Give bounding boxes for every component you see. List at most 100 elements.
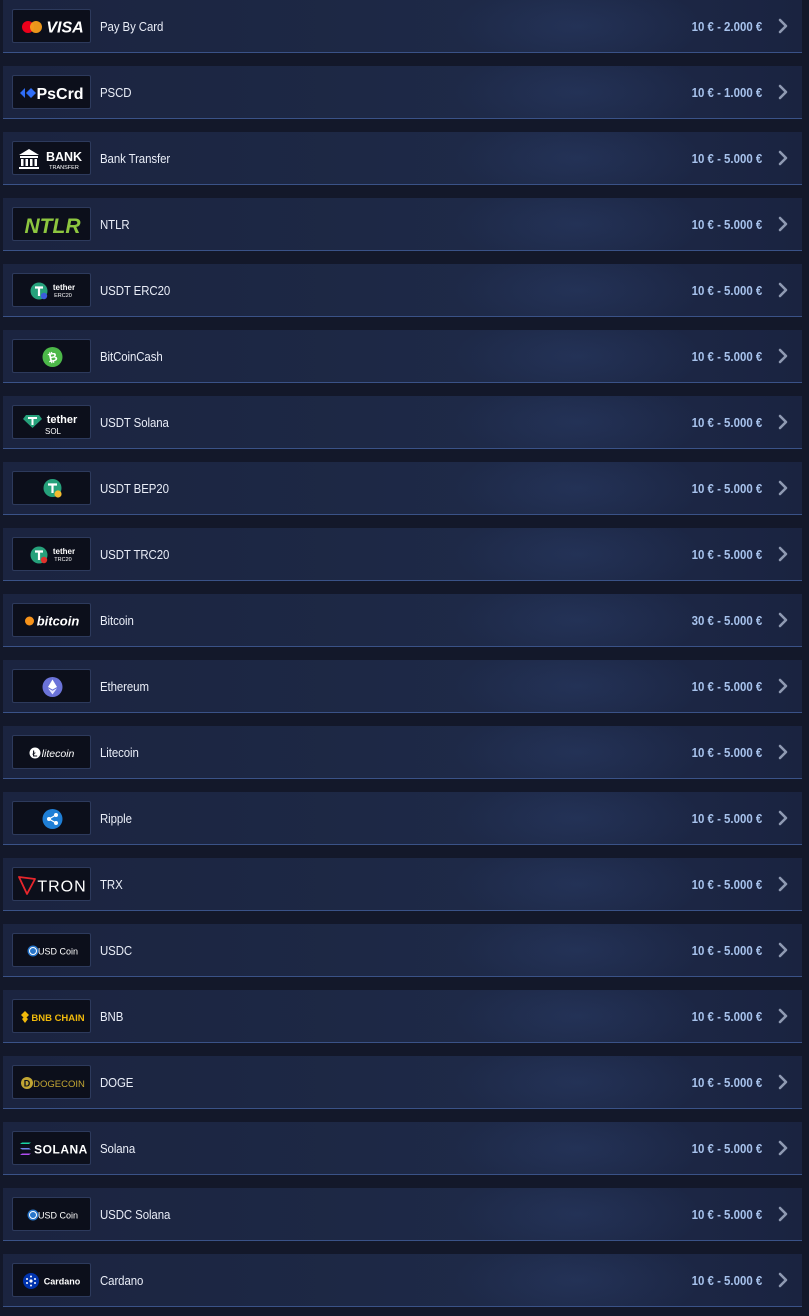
usdcoin-logo: USD Coin [12,1197,91,1231]
svg-text:D: D [24,1079,31,1089]
svg-text:SOL: SOL [45,427,62,436]
payment-method-row-usdt-erc20[interactable]: tether ERC20 USDT ERC20 10 € - 5.000 € [3,264,802,317]
method-name: USDT TRC20 [100,547,170,562]
method-limits: 10 € - 5.000 € [691,679,762,694]
method-name: Cardano [100,1273,144,1288]
chevron-right-icon [776,480,790,496]
ntlr-logo: NTLR [12,207,91,241]
payment-method-row-trx[interactable]: TRON TRX 10 € - 5.000 € [3,858,802,911]
solana-logo: SOLANA [12,1131,91,1165]
method-limits: 10 € - 5.000 € [691,1141,762,1156]
tron-logo: TRON [12,867,91,901]
payment-method-row-ethereum[interactable]: Ethereum 10 € - 5.000 € [3,660,802,713]
method-limits: 10 € - 5.000 € [691,877,762,892]
chevron-right-icon [776,876,790,892]
method-name: Ethereum [100,679,149,694]
method-limits: 10 € - 5.000 € [691,745,762,760]
svg-text:BNB CHAIN: BNB CHAIN [31,1013,84,1024]
chevron-right-icon [776,678,790,694]
chevron-right-icon [776,1272,790,1288]
method-limits: 10 € - 5.000 € [691,151,762,166]
svg-text:USD Coin: USD Coin [38,1211,78,1221]
svg-text:USD Coin: USD Coin [38,947,78,957]
method-limits: 10 € - 5.000 € [691,481,762,496]
chevron-right-icon [776,942,790,958]
ethereum-logo [12,669,91,703]
svg-text:TRC20: TRC20 [54,557,71,563]
payment-method-row-ntlr[interactable]: NTLR NTLR 10 € - 5.000 € [3,198,802,251]
svg-text:ERC20: ERC20 [54,293,72,299]
chevron-right-icon [776,612,790,628]
svg-text:litecoin: litecoin [42,748,75,760]
method-name: Bitcoin [100,613,134,628]
svg-text:VISA: VISA [46,20,83,37]
svg-text:tether: tether [53,283,75,292]
tether-bep20-logo [12,471,91,505]
method-limits: 10 € - 5.000 € [691,349,762,364]
chevron-right-icon [776,744,790,760]
chevron-right-icon [776,216,790,232]
svg-text:bitcoin: bitcoin [37,614,80,629]
payment-method-row-ripple[interactable]: Ripple 10 € - 5.000 € [3,792,802,845]
method-limits: 10 € - 2.000 € [691,19,762,34]
ripple-logo [12,801,91,835]
chevron-right-icon [776,150,790,166]
payment-method-row-doge[interactable]: D DOGECOIN DOGE 10 € - 5.000 € [3,1056,802,1109]
bank-transfer-logo: BANK TRANSFER [12,141,91,175]
visa-mastercard-logo: VISA [12,9,91,43]
method-name: Bank Transfer [100,151,171,166]
payment-method-row-usdt-solana[interactable]: tether SOL USDT Solana 10 € - 5.000 € [3,396,802,449]
method-name: BitCoinCash [100,349,163,364]
payment-method-row-usdc[interactable]: USD Coin USDC 10 € - 5.000 € [3,924,802,977]
method-limits: 10 € - 5.000 € [691,1273,762,1288]
payment-method-row-pay-by-card[interactable]: VISA Pay By Card 10 € - 2.000 € [3,0,802,53]
svg-text:tether: tether [53,547,75,556]
method-limits: 10 € - 1.000 € [691,85,762,100]
svg-text:TRANSFER: TRANSFER [49,165,79,171]
usdcoin-logo: USD Coin [12,933,91,967]
payment-method-row-bitcoin[interactable]: bitcoin Bitcoin 30 € - 5.000 € [3,594,802,647]
payment-method-row-usdt-trc20[interactable]: tether TRC20 USDT TRC20 10 € - 5.000 € [3,528,802,581]
payment-method-row-bitcoincash[interactable]: ₿ BitCoinCash 10 € - 5.000 € [3,330,802,383]
chevron-right-icon [776,1140,790,1156]
chevron-right-icon [776,18,790,34]
svg-text:Cardano: Cardano [44,1277,81,1287]
method-limits: 10 € - 5.000 € [691,943,762,958]
dogecoin-logo: D DOGECOIN [12,1065,91,1099]
pscrd-logo: PsCrd [12,75,91,109]
method-limits: 10 € - 5.000 € [691,1075,762,1090]
bitcoincash-logo: ₿ [12,339,91,373]
payment-method-row-usdt-bep20[interactable]: USDT BEP20 10 € - 5.000 € [3,462,802,515]
payment-methods-list: VISA Pay By Card 10 € - 2.000 € PsCrd PS… [0,0,809,1316]
method-name: USDC Solana [100,1207,171,1222]
method-limits: 10 € - 5.000 € [691,547,762,562]
litecoin-logo: Ł litecoin [12,735,91,769]
chevron-right-icon [776,84,790,100]
method-name: Ripple [100,811,132,826]
method-name: DOGE [100,1075,134,1090]
method-limits: 10 € - 5.000 € [691,283,762,298]
method-name: USDT ERC20 [100,283,171,298]
chevron-right-icon [776,348,790,364]
svg-text:PsCrd: PsCrd [36,86,83,103]
payment-method-row-pscd[interactable]: PsCrd PSCD 10 € - 1.000 € [3,66,802,119]
payment-method-row-bnb[interactable]: BNB CHAIN BNB 10 € - 5.000 € [3,990,802,1043]
tether-trc20-logo: tether TRC20 [12,537,91,571]
method-name: Pay By Card [100,19,164,34]
svg-text:Ł: Ł [33,750,38,759]
chevron-right-icon [776,414,790,430]
payment-method-row-bank-transfer[interactable]: BANK TRANSFER Bank Transfer 10 € - 5.000… [3,132,802,185]
method-name: USDC [100,943,133,958]
method-name: USDT BEP20 [100,481,169,496]
chevron-right-icon [776,546,790,562]
payment-method-row-litecoin[interactable]: Ł litecoin Litecoin 10 € - 5.000 € [3,726,802,779]
method-name: Litecoin [100,745,139,760]
chevron-right-icon [776,282,790,298]
method-limits: 10 € - 5.000 € [691,217,762,232]
method-name: TRX [100,877,123,892]
payment-method-row-solana[interactable]: SOLANA Solana 10 € - 5.000 € [3,1122,802,1175]
payment-method-row-usdc-solana[interactable]: USD Coin USDC Solana 10 € - 5.000 € [3,1188,802,1241]
chevron-right-icon [776,1206,790,1222]
payment-method-row-cardano[interactable]: Cardano Cardano 10 € - 5.000 € [3,1254,802,1307]
bnb-chain-logo: BNB CHAIN [12,999,91,1033]
